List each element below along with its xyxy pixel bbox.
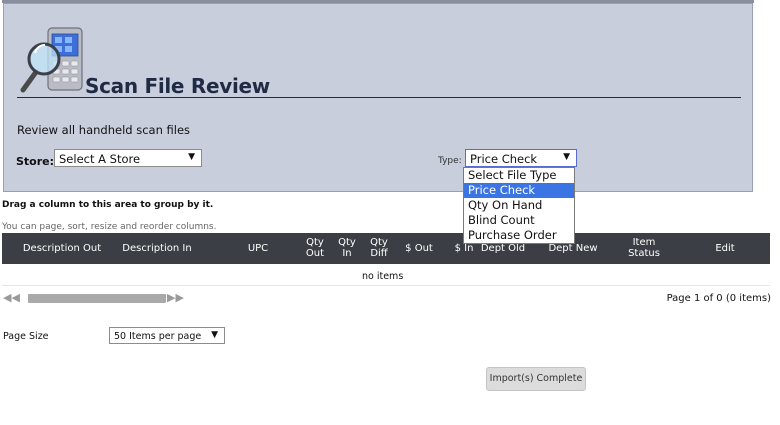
type-select-value: Price Check bbox=[470, 152, 538, 166]
page-info: Page 1 of 0 (0 items) bbox=[666, 293, 771, 304]
page-size-select[interactable]: 50 Items per page ▼ bbox=[109, 327, 225, 344]
store-select[interactable]: Select A Store ▼ bbox=[54, 149, 202, 167]
header-panel: Scan File Review Review all handheld sca… bbox=[3, 3, 753, 192]
column-dept-old[interactable]: Dept Old bbox=[479, 243, 527, 254]
page-size-label: Page Size bbox=[3, 331, 49, 342]
type-option-price-check[interactable]: Price Check bbox=[464, 183, 574, 198]
page-subtitle: Review all handheld scan files bbox=[17, 123, 191, 137]
type-option-purchase-order[interactable]: Purchase Order bbox=[464, 228, 574, 243]
column-qty-diff[interactable]: Qty Diff bbox=[364, 237, 394, 259]
grid-divider bbox=[2, 285, 770, 286]
page-size-value: 50 Items per page bbox=[114, 331, 202, 342]
grid-header: Description Out Description In UPC Qty Ou… bbox=[2, 233, 770, 264]
column-description-out[interactable]: Description Out bbox=[16, 243, 108, 254]
import-complete-button[interactable]: Import(s) Complete bbox=[486, 367, 586, 391]
grid-empty-text: no items bbox=[362, 271, 404, 282]
type-label: Type: bbox=[438, 156, 462, 166]
chevron-down-icon: ▼ bbox=[188, 152, 195, 162]
type-option-select-file-type[interactable]: Select File Type bbox=[464, 168, 574, 183]
column-qty-out[interactable]: Qty Out bbox=[300, 237, 330, 259]
grid-hint: You can page, sort, resize and reorder c… bbox=[2, 222, 217, 232]
column-dollar-out[interactable]: $ Out bbox=[400, 243, 438, 254]
store-label: Store: bbox=[16, 155, 55, 168]
group-by-drop-area[interactable]: Drag a column to this area to group by i… bbox=[2, 200, 213, 210]
first-page-icon[interactable]: ◀◀ bbox=[3, 292, 20, 304]
pager: ◀◀ ▶▶ bbox=[3, 292, 188, 304]
column-edit[interactable]: Edit bbox=[707, 243, 743, 254]
column-dept-new[interactable]: Dept New bbox=[545, 243, 601, 254]
store-select-value: Select A Store bbox=[59, 152, 141, 166]
column-item-status[interactable]: Item Status bbox=[626, 237, 662, 259]
column-qty-in[interactable]: Qty In bbox=[332, 237, 362, 259]
column-description-in[interactable]: Description In bbox=[116, 243, 198, 254]
type-option-blind-count[interactable]: Blind Count bbox=[464, 213, 574, 228]
handheld-scanner-magnifier-icon bbox=[20, 27, 83, 93]
pager-track[interactable] bbox=[28, 294, 166, 303]
title-divider bbox=[17, 97, 741, 98]
column-dollar-in[interactable]: $ In bbox=[450, 243, 478, 254]
chevron-down-icon: ▼ bbox=[211, 330, 218, 340]
column-upc[interactable]: UPC bbox=[240, 243, 276, 254]
type-option-qty-on-hand[interactable]: Qty On Hand bbox=[464, 198, 574, 213]
chevron-down-icon: ▼ bbox=[563, 152, 570, 162]
type-select[interactable]: Price Check ▼ bbox=[465, 149, 577, 167]
type-dropdown-list: Select File Type Price Check Qty On Hand… bbox=[463, 167, 575, 244]
last-page-icon[interactable]: ▶▶ bbox=[167, 292, 184, 304]
page-title: Scan File Review bbox=[85, 74, 270, 98]
